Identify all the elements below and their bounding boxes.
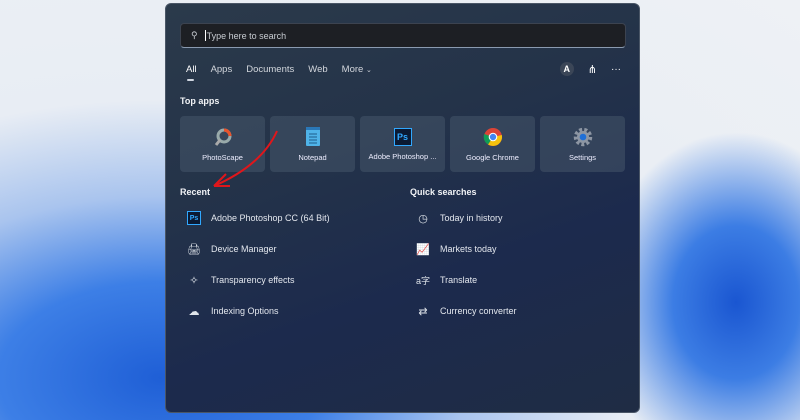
- search-icon: ⚲: [191, 30, 198, 40]
- swap-arrows-icon: ⇄: [418, 305, 428, 318]
- recent-item[interactable]: ✧ Transparency effects: [187, 272, 330, 288]
- share-icon[interactable]: ⋔: [588, 63, 597, 76]
- tab-more[interactable]: More ⌄: [342, 64, 372, 75]
- recent-heading: Recent: [180, 187, 211, 197]
- recent-item[interactable]: Ps Adobe Photoshop CC (64 Bit): [187, 210, 330, 226]
- app-tile-notepad[interactable]: Notepad: [270, 116, 355, 172]
- chevron-down-icon: ⌄: [365, 67, 372, 74]
- app-tile-photoshop[interactable]: Ps Adobe Photoshop ...: [360, 116, 445, 172]
- app-tile-settings[interactable]: Settings: [540, 116, 625, 172]
- more-options-button[interactable]: ···: [611, 64, 621, 75]
- account-avatar[interactable]: A: [559, 62, 574, 76]
- app-tile-chrome[interactable]: Google Chrome: [450, 116, 535, 172]
- transparency-effects-icon: ✧: [189, 274, 199, 287]
- item-label: Markets today: [440, 244, 497, 254]
- indexing-options-icon: ☁: [188, 305, 200, 318]
- tile-label: Notepad: [298, 152, 327, 162]
- chart-trend-icon: 📈: [416, 243, 430, 256]
- tab-web[interactable]: Web: [308, 64, 327, 75]
- quick-search-item[interactable]: ◷ Today in history: [416, 210, 517, 226]
- item-label: Currency converter: [440, 306, 517, 316]
- recent-item[interactable]: ☁ Indexing Options: [187, 303, 330, 319]
- tile-label: Settings: [568, 152, 597, 162]
- tab-documents[interactable]: Documents: [246, 64, 294, 75]
- photoshop-icon: Ps: [187, 211, 201, 225]
- settings-gear-icon: [573, 127, 593, 147]
- search-input[interactable]: ⚲ Type here to search: [180, 23, 626, 48]
- translate-icon: a字: [416, 275, 431, 286]
- tile-label: PhotoScape: [202, 152, 243, 162]
- start-search-panel: ⚲ Type here to search All Apps Documents…: [165, 3, 640, 413]
- filter-tabs: All Apps Documents Web More ⌄: [186, 64, 372, 81]
- item-label: Adobe Photoshop CC (64 Bit): [211, 213, 330, 223]
- text-caret: [204, 30, 206, 41]
- clock-icon: ◷: [418, 212, 428, 225]
- notepad-icon: [303, 126, 323, 147]
- search-placeholder: Type here to search: [206, 30, 287, 41]
- quick-search-item[interactable]: ⇄ Currency converter: [416, 303, 517, 319]
- tab-more-label: More: [341, 64, 364, 75]
- device-manager-icon: 🖨: [187, 243, 201, 256]
- photoscape-icon: [213, 127, 233, 147]
- tab-apps[interactable]: Apps: [211, 64, 233, 75]
- item-label: Translate: [440, 275, 478, 285]
- item-label: Transparency effects: [211, 275, 295, 285]
- item-label: Device Manager: [211, 244, 277, 254]
- top-apps-heading: Top apps: [180, 96, 220, 106]
- recent-item[interactable]: 🖨 Device Manager: [187, 241, 330, 257]
- app-tile-photoscape[interactable]: PhotoScape: [180, 116, 265, 172]
- photoshop-icon: Ps: [393, 127, 412, 146]
- quick-search-item[interactable]: a字 Translate: [416, 272, 517, 288]
- item-label: Indexing Options: [211, 306, 279, 316]
- quick-searches-heading: Quick searches: [410, 187, 477, 197]
- tile-label: Google Chrome: [466, 152, 519, 162]
- tile-label: Adobe Photoshop ...: [368, 151, 437, 161]
- item-label: Today in history: [440, 213, 503, 223]
- chrome-icon: [483, 127, 503, 147]
- quick-search-item[interactable]: 📈 Markets today: [416, 241, 517, 257]
- tab-all[interactable]: All: [186, 64, 197, 81]
